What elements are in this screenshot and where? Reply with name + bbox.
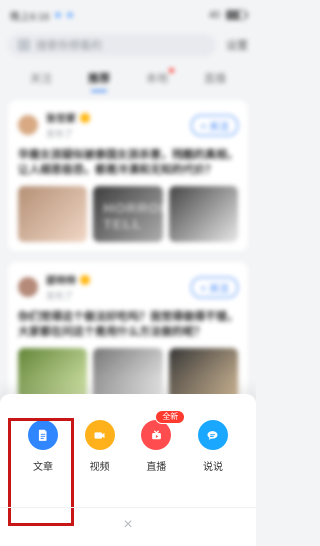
action-icon-circle: [197, 420, 228, 450]
author-subtitle: 发布了: [46, 129, 74, 139]
search-row: 搜索你想看的 设置: [0, 24, 256, 62]
card-header: 张世家 发布了 + 关注: [18, 110, 238, 140]
action-icon-circle: [84, 420, 115, 450]
avatar: [18, 277, 38, 297]
thumbnail[interactable]: [168, 186, 238, 242]
follow-button[interactable]: + 关注: [191, 114, 238, 136]
status-dot-icon: [55, 12, 62, 18]
action-icon-circle: [28, 420, 58, 450]
close-icon: ×: [123, 516, 133, 533]
action-video[interactable]: 视频: [75, 420, 125, 490]
thumbnail[interactable]: [18, 186, 88, 242]
author-name: 邵帅帅: [46, 276, 76, 287]
bottom-sheet: 文章 视频 全新 直播 说说 ×: [0, 394, 256, 546]
action-label: 直播: [146, 462, 167, 473]
tab-local[interactable]: 本地: [146, 68, 174, 92]
action-label: 视频: [89, 462, 110, 473]
status-right-text: 40: [208, 9, 220, 21]
action-article[interactable]: 文章: [18, 420, 68, 490]
sheet-divider: [0, 507, 256, 508]
tab-label: 直播: [204, 73, 226, 85]
avatar: [18, 115, 38, 135]
status-left: 晚上6:16: [10, 8, 74, 23]
card-title: 华裔女孩疑似被泰国女孩杀害，残酷的真相，让人细思极恐，都是冷漠和无知的代价？: [18, 149, 238, 176]
tab-unread-dot-icon: [169, 68, 174, 73]
tab-label: 本地: [146, 73, 168, 85]
verified-icon: [80, 112, 90, 123]
search-input[interactable]: 搜索你想看的: [8, 34, 216, 56]
status-right: 40: [208, 9, 248, 21]
card-thumbnails: HORROR TELL: [18, 186, 238, 242]
search-placeholder: 搜索你想看的: [36, 40, 102, 52]
tab-live[interactable]: 直播: [204, 70, 226, 92]
close-button[interactable]: ×: [117, 514, 139, 536]
top-tabs: 关注 推荐 本地 直播: [0, 62, 256, 92]
follow-button[interactable]: + 关注: [191, 276, 238, 298]
author: 张世家 发布了: [18, 110, 90, 140]
status-bar: 晚上6:16 40: [0, 0, 256, 24]
author-name: 张世家: [46, 114, 76, 125]
card-thumbnails: [18, 348, 238, 400]
thumbnail[interactable]: [93, 348, 163, 400]
author-meta: 邵帅帅 发布了: [46, 272, 90, 302]
name-row: 邵帅帅: [46, 272, 90, 287]
settings-button[interactable]: 设置: [224, 37, 248, 53]
action-live[interactable]: 全新 直播: [131, 410, 186, 490]
action-label: 文章: [33, 462, 53, 473]
tab-follow[interactable]: 关注: [30, 70, 52, 92]
thumbnail[interactable]: [168, 348, 238, 400]
author-meta: 张世家 发布了: [46, 110, 90, 140]
author: 邵帅帅 发布了: [18, 272, 90, 302]
thumbnail[interactable]: HORROR TELL: [93, 186, 163, 242]
verified-icon: [80, 274, 90, 285]
thumbnail-text: HORROR TELL: [103, 200, 162, 232]
author-subtitle: 发布了: [46, 291, 74, 301]
tab-label: 推荐: [88, 73, 110, 85]
feed-card[interactable]: 邵帅帅 发布了 + 关注 你们觉得这个做法好吃吗？我觉得做得不错，大家都在问这个…: [8, 262, 248, 410]
tab-label: 关注: [30, 73, 52, 85]
thumbnail[interactable]: [18, 348, 88, 400]
video-icon: [94, 431, 105, 439]
card-title: 你们觉得这个做法好吃吗？我觉得做得不错，大家都在问这个是用什么方法做的呢？: [18, 311, 238, 338]
status-time: 晚上6:16: [10, 11, 50, 23]
battery-icon: [226, 10, 248, 20]
new-badge: 全新: [155, 410, 186, 424]
tab-recommend[interactable]: 推荐: [88, 70, 110, 92]
feed-card[interactable]: 张世家 发布了 + 关注 华裔女孩疑似被泰国女孩杀害，残酷的真相，让人细思极恐，…: [8, 100, 248, 252]
card-header: 邵帅帅 发布了 + 关注: [18, 272, 238, 302]
action-row: 文章 视频 全新 直播 说说: [0, 410, 256, 526]
status-dot-icon: [67, 12, 74, 18]
action-talk[interactable]: 说说: [188, 420, 238, 490]
feed: 张世家 发布了 + 关注 华裔女孩疑似被泰国女孩杀害，残酷的真相，让人细思极恐，…: [0, 92, 256, 410]
action-label: 说说: [202, 462, 223, 473]
name-row: 张世家: [46, 110, 90, 125]
action-icon-circle: 全新: [141, 410, 186, 450]
document-icon: [38, 429, 48, 441]
live-tv-icon: [151, 430, 161, 439]
app-screen: 晚上6:16 40 搜索你想看的 设置 关注 推荐 本地 直播 张世家 发布了 …: [0, 0, 256, 546]
search-icon: [18, 39, 30, 51]
chat-bubble-icon: [207, 430, 218, 440]
